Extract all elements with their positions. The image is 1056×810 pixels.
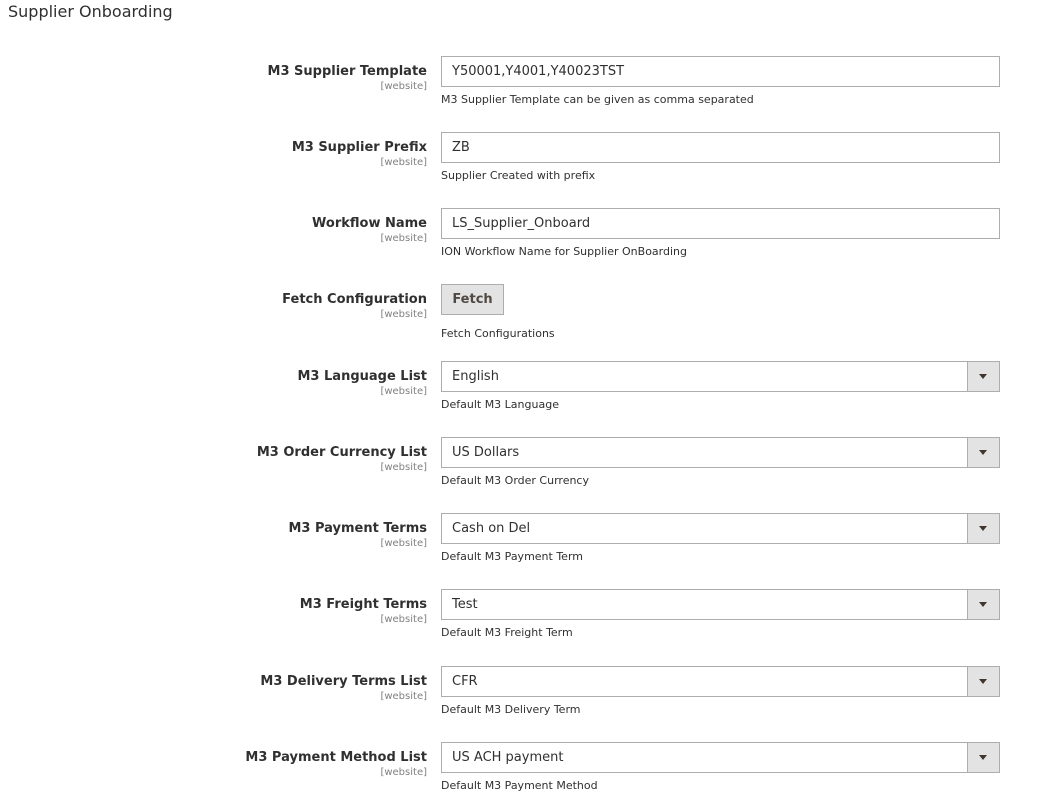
workflow-name-input-wrapper	[441, 208, 1000, 239]
scope-label: [website]	[380, 233, 427, 244]
order-currency-select[interactable]: US Dollars	[441, 437, 1000, 468]
scope-label: [website]	[380, 767, 427, 778]
field-label-group: M3 Supplier Template [website]	[7, 64, 427, 93]
dropdown-toggle[interactable]	[967, 514, 999, 543]
field-label: M3 Payment Method List	[245, 750, 427, 765]
select-value: CFR	[452, 674, 478, 689]
dropdown-toggle[interactable]	[967, 667, 999, 696]
field-note: ION Workflow Name for Supplier OnBoardin…	[441, 245, 687, 258]
scope-label: [website]	[380, 691, 427, 702]
language-select[interactable]: English	[441, 361, 1000, 392]
delivery-terms-select[interactable]: CFR	[441, 666, 1000, 697]
workflow-name-input[interactable]	[442, 209, 999, 238]
dropdown-toggle[interactable]	[967, 362, 999, 391]
field-label: M3 Language List	[297, 369, 428, 384]
chevron-down-icon	[979, 602, 987, 607]
supplier-prefix-input-wrapper	[441, 132, 1000, 163]
dropdown-toggle[interactable]	[967, 743, 999, 772]
scope-label: [website]	[380, 462, 427, 473]
field-note: Default M3 Delivery Term	[441, 703, 581, 716]
payment-terms-select[interactable]: Cash on Del	[441, 513, 1000, 544]
chevron-down-icon	[979, 526, 987, 531]
field-row-workflow-name: Workflow Name [website] ION Workflow Nam…	[0, 208, 1056, 276]
field-row-payment-terms: M3 Payment Terms [website] Cash on Del D…	[0, 513, 1056, 581]
scope-label: [website]	[380, 309, 427, 320]
supplier-template-input-wrapper	[441, 56, 1000, 87]
select-value: US ACH payment	[452, 750, 564, 765]
field-row-fetch-configuration: Fetch Configuration [website] Fetch Fetc…	[0, 284, 1056, 352]
scope-label: [website]	[380, 157, 427, 168]
field-label-group: M3 Order Currency List [website]	[7, 445, 427, 474]
chevron-down-icon	[979, 450, 987, 455]
field-label: M3 Supplier Template	[267, 64, 427, 79]
field-row-supplier-template: M3 Supplier Template [website] M3 Suppli…	[0, 56, 1056, 124]
field-label-group: M3 Language List [website]	[7, 369, 428, 398]
scope-label: [website]	[380, 614, 427, 625]
field-row-supplier-prefix: M3 Supplier Prefix [website] Supplier Cr…	[0, 132, 1056, 200]
field-note: Default M3 Freight Term	[441, 626, 573, 639]
field-note: M3 Supplier Template can be given as com…	[441, 93, 754, 106]
supplier-prefix-input[interactable]	[442, 133, 999, 162]
field-row-delivery-terms-list: M3 Delivery Terms List [website] CFR Def…	[0, 666, 1056, 734]
chevron-down-icon	[979, 755, 987, 760]
field-label-group: M3 Supplier Prefix [website]	[7, 140, 427, 169]
field-label-group: Workflow Name [website]	[7, 216, 427, 245]
section-title: Supplier Onboarding	[8, 2, 173, 21]
field-label-group: M3 Delivery Terms List [website]	[7, 674, 427, 703]
field-row-payment-method-list: M3 Payment Method List [website] US ACH …	[0, 742, 1056, 810]
chevron-down-icon	[979, 374, 987, 379]
payment-method-select[interactable]: US ACH payment	[441, 742, 1000, 773]
freight-terms-select[interactable]: Test	[441, 589, 1000, 620]
field-note: Supplier Created with prefix	[441, 169, 596, 182]
scope-label: [website]	[380, 386, 427, 397]
field-note: Default M3 Order Currency	[441, 474, 589, 487]
dropdown-toggle[interactable]	[967, 438, 999, 467]
field-label: M3 Order Currency List	[256, 445, 427, 460]
field-label-group: M3 Freight Terms [website]	[7, 597, 427, 626]
field-label: M3 Delivery Terms List	[260, 674, 427, 689]
field-note: Fetch Configurations	[441, 327, 555, 340]
field-label-group: Fetch Configuration [website]	[7, 292, 427, 321]
chevron-down-icon	[979, 679, 987, 684]
field-note: Default M3 Language	[441, 398, 559, 411]
field-note: Default M3 Payment Method	[441, 779, 598, 792]
field-label: Fetch Configuration	[282, 292, 427, 307]
select-value: Test	[452, 597, 478, 612]
field-note: Default M3 Payment Term	[441, 550, 583, 563]
field-label-group: M3 Payment Terms [website]	[7, 521, 427, 550]
dropdown-toggle[interactable]	[967, 590, 999, 619]
field-row-order-currency-list: M3 Order Currency List [website] US Doll…	[0, 437, 1056, 505]
select-value: US Dollars	[452, 445, 520, 460]
field-label: Workflow Name	[312, 216, 427, 231]
select-value: Cash on Del	[452, 521, 531, 536]
scope-label: [website]	[380, 538, 427, 549]
select-value: English	[452, 369, 499, 384]
supplier-template-input[interactable]	[442, 57, 999, 86]
field-label: M3 Supplier Prefix	[291, 140, 427, 155]
field-row-language-list: M3 Language List [website] English Defau…	[0, 361, 1056, 429]
field-label: M3 Payment Terms	[288, 521, 427, 536]
fetch-button[interactable]: Fetch	[441, 284, 504, 315]
field-label: M3 Freight Terms	[299, 597, 427, 612]
field-label-group: M3 Payment Method List [website]	[7, 750, 427, 779]
scope-label: [website]	[380, 81, 427, 92]
field-row-freight-terms: M3 Freight Terms [website] Test Default …	[0, 589, 1056, 657]
